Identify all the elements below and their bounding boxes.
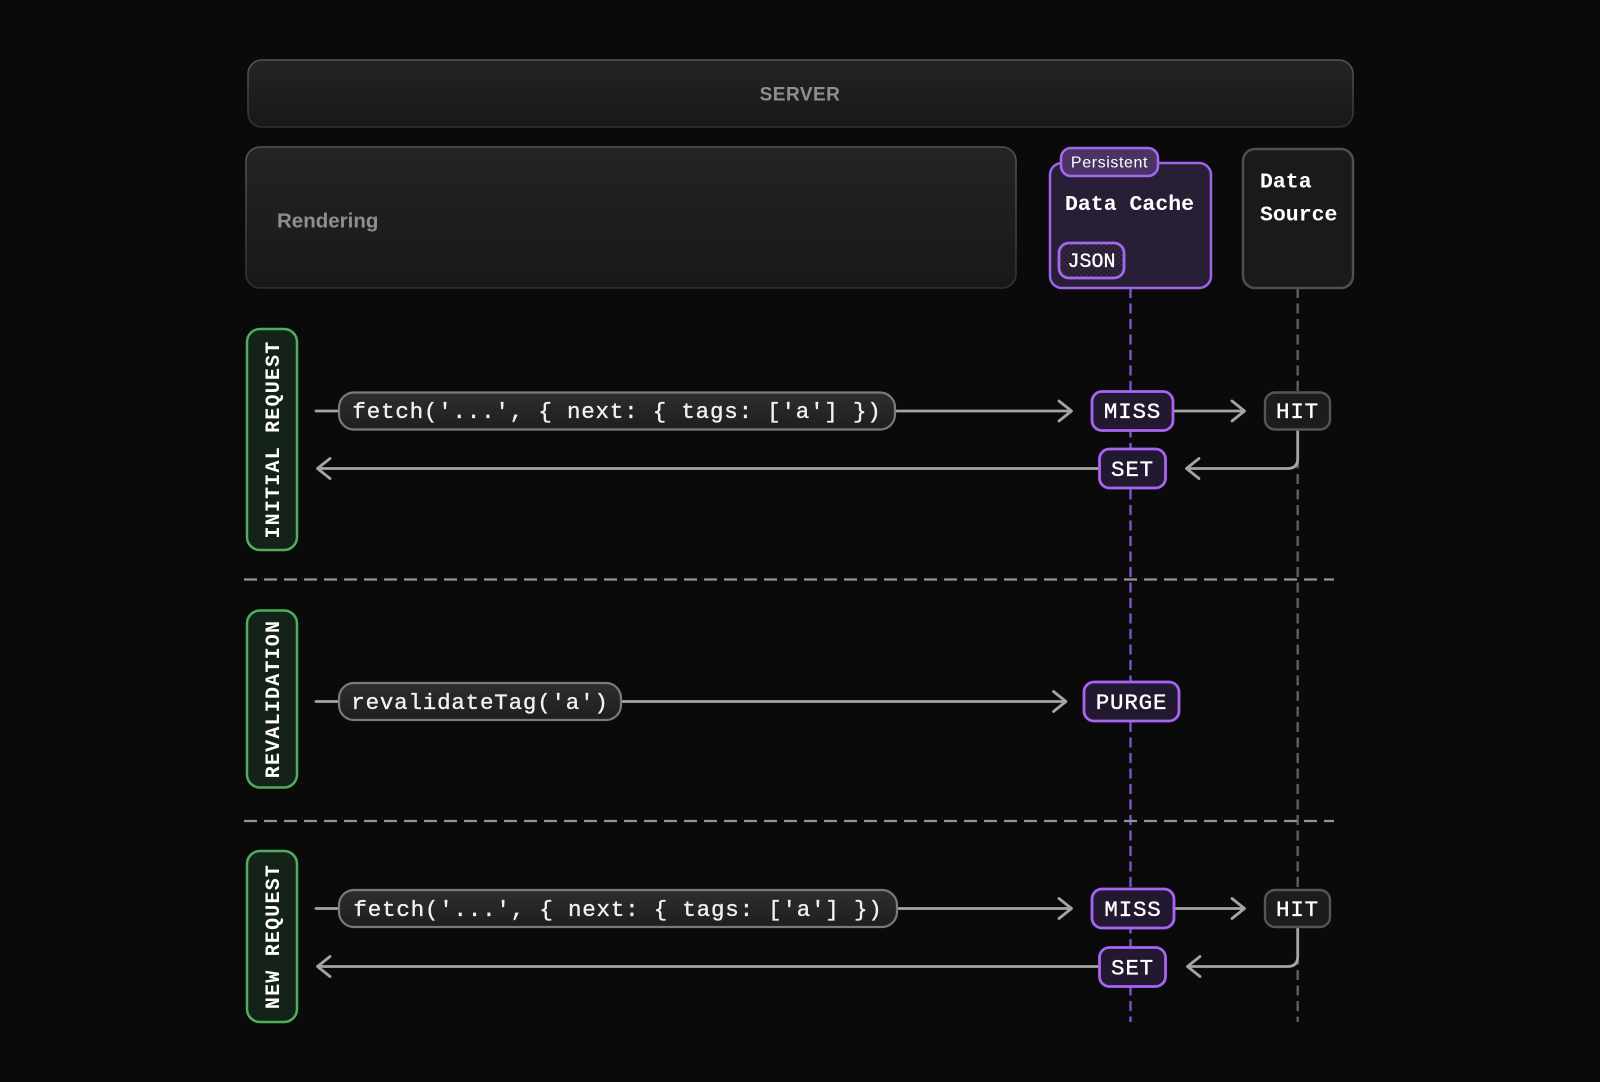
svg-text:Source: Source [1260, 204, 1337, 228]
svg-text:fetch('...', { next: { tags: [: fetch('...', { next: { tags: ['a'] }) [352, 399, 881, 425]
svg-text:PURGE: PURGE [1096, 690, 1168, 716]
svg-text:NEW REQUEST: NEW REQUEST [263, 864, 286, 1009]
svg-text:REVALIDATION: REVALIDATION [263, 620, 286, 778]
svg-text:HIT: HIT [1276, 399, 1319, 425]
svg-text:INITIAL REQUEST: INITIAL REQUEST [263, 340, 286, 538]
svg-text:Data: Data [1260, 171, 1312, 195]
svg-text:JSON: JSON [1067, 251, 1115, 274]
svg-text:HIT: HIT [1276, 897, 1319, 923]
svg-text:SET: SET [1111, 457, 1154, 483]
svg-text:MISS: MISS [1104, 897, 1161, 923]
svg-text:Data Cache: Data Cache [1065, 193, 1194, 217]
svg-text:Persistent: Persistent [1071, 155, 1148, 172]
svg-text:SERVER: SERVER [760, 85, 841, 106]
svg-text:fetch('...', { next: { tags: [: fetch('...', { next: { tags: ['a'] }) [353, 897, 882, 923]
svg-text:revalidateTag('a'): revalidateTag('a') [351, 690, 608, 716]
svg-text:SET: SET [1111, 956, 1154, 982]
svg-text:Rendering: Rendering [277, 210, 378, 233]
svg-text:MISS: MISS [1104, 399, 1161, 425]
